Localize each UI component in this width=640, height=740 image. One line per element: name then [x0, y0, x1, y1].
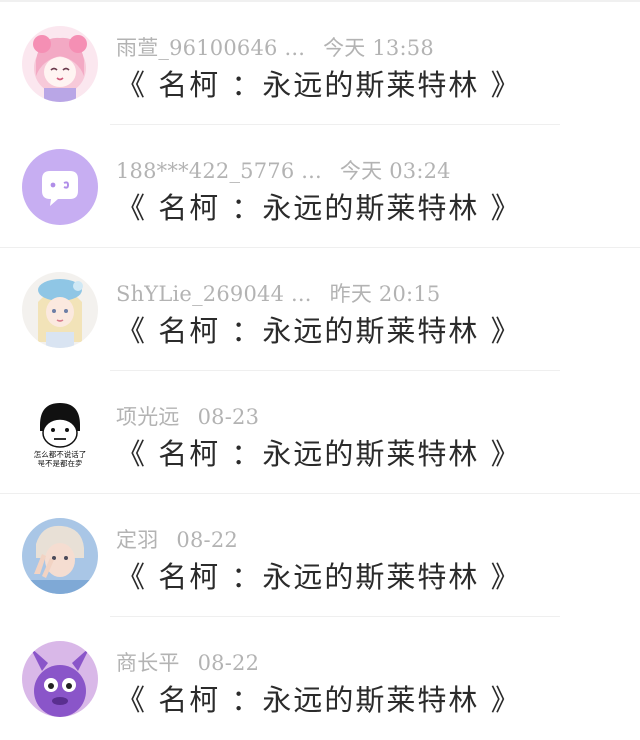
- comment-item[interactable]: ShYLie_269044 ... 昨天 20:15 《 名柯 ：永远的斯莱特林 …: [0, 248, 640, 371]
- username[interactable]: 定羽: [116, 528, 158, 552]
- username[interactable]: 商长平: [116, 651, 180, 675]
- user-avatar[interactable]: [22, 641, 98, 717]
- blonde-girl-blue-hat-avatar-icon: [22, 272, 98, 348]
- avatar-caption-1: 怎么都不说话了: [34, 449, 87, 459]
- comment-meta: 定羽 08-22: [116, 524, 238, 554]
- timestamp: 今天 13:58: [323, 36, 434, 60]
- comment-meta: 项光远 08-23: [116, 401, 259, 431]
- comment-text: 《 名柯 ：永远的斯莱特林 》: [116, 314, 522, 348]
- username[interactable]: ShYLie_269044 ...: [116, 282, 312, 306]
- comment-item[interactable]: 雨萱_96100646 ... 今天 13:58 《 名柯 ：永远的斯莱特林 》: [0, 2, 640, 125]
- user-avatar[interactable]: [22, 518, 98, 594]
- username[interactable]: 188***422_5776 ...: [116, 159, 322, 183]
- timestamp: 今天 03:24: [339, 159, 451, 183]
- comment-text: 《 名柯 ：永远的斯莱特林 》: [116, 560, 522, 594]
- comment-meta: ShYLie_269044 ... 昨天 20:15: [116, 278, 440, 308]
- user-avatar[interactable]: [22, 149, 98, 225]
- timestamp: 08-22: [197, 651, 260, 675]
- user-avatar[interactable]: [22, 26, 98, 102]
- meme-face-avatar-icon: 怎么都不说话了 是不是都在卖: [22, 395, 98, 471]
- user-avatar[interactable]: [22, 272, 98, 348]
- avatar-caption-2: 是不是都在卖: [38, 458, 83, 468]
- comment-text: 《 名柯 ：永远的斯莱特林 》: [116, 683, 522, 717]
- comment-item[interactable]: 定羽 08-22 《 名柯 ：永远的斯莱特林 》: [0, 494, 640, 617]
- comment-item[interactable]: 怎么都不说话了 是不是都在卖 项光远 08-23 《 名柯 ：永远的斯莱特林 》: [0, 371, 640, 494]
- comment-item[interactable]: 商长平 08-22 《 名柯 ：永远的斯莱特林 》: [0, 617, 640, 740]
- comment-item[interactable]: 188***422_5776 ... 今天 03:24 《 名柯 ：永远的斯莱特林…: [0, 125, 640, 248]
- comment-text: 《 名柯 ：永远的斯莱特林 》: [116, 191, 522, 225]
- comment-text: 《 名柯 ：永远的斯莱特林 》: [116, 437, 522, 471]
- comment-list: 雨萱_96100646 ... 今天 13:58 《 名柯 ：永远的斯莱特林 》 …: [0, 2, 640, 740]
- timestamp: 08-23: [197, 405, 260, 429]
- timestamp: 昨天 20:15: [329, 282, 441, 306]
- comment-meta: 商长平 08-22: [116, 647, 259, 677]
- comment-meta: 雨萱_96100646 ... 今天 13:58: [116, 32, 434, 62]
- comment-text: 《 名柯 ：永远的斯莱特林 》: [116, 68, 522, 102]
- anime-girl-pink-avatar-icon: [22, 26, 98, 102]
- comment-meta: 188***422_5776 ... 今天 03:24: [116, 155, 451, 185]
- purple-chat-bubble-avatar-icon: [22, 149, 98, 225]
- boy-peace-sign-avatar-icon: [22, 518, 98, 594]
- username[interactable]: 项光远: [116, 405, 180, 429]
- user-avatar[interactable]: 怎么都不说话了 是不是都在卖: [22, 395, 98, 471]
- purple-cartoon-creature-avatar-icon: [22, 641, 98, 717]
- username[interactable]: 雨萱_96100646 ...: [116, 36, 305, 60]
- timestamp: 08-22: [176, 528, 238, 552]
